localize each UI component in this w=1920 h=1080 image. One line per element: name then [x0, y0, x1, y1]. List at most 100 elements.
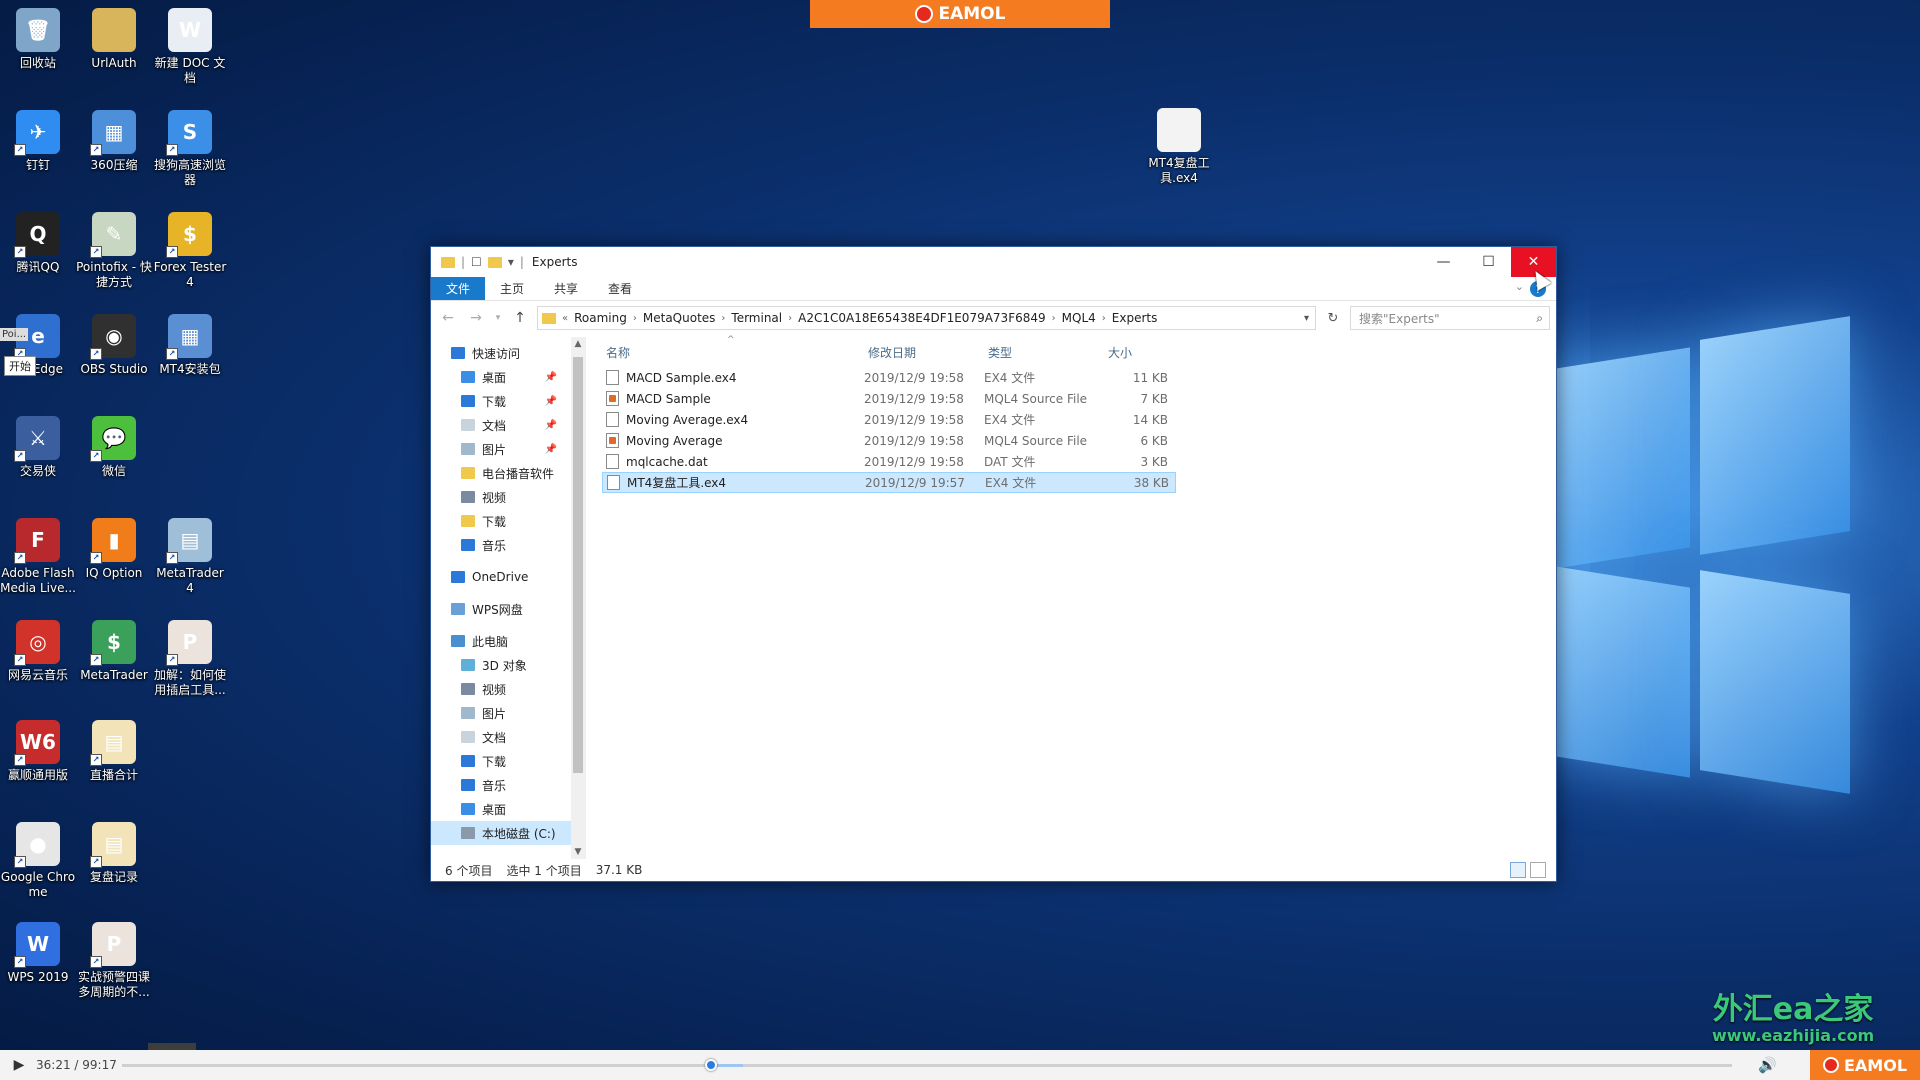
nav-item[interactable]: 音乐	[431, 533, 571, 557]
breadcrumb-item[interactable]: MetaQuotes	[643, 311, 716, 325]
breadcrumb-overflow[interactable]: «	[562, 313, 568, 324]
desktop-icon[interactable]: ◎ ↗ 网易云音乐	[0, 620, 76, 683]
desktop-icon[interactable]: P ↗ 实战预警四课多周期的不...	[76, 922, 152, 1000]
desktop-icon[interactable]: ▤ ↗ 直播合计	[76, 720, 152, 783]
details-view-button[interactable]	[1510, 862, 1526, 878]
breadcrumb-item[interactable]: Roaming	[574, 311, 627, 325]
nav-item[interactable]: 桌面	[431, 797, 571, 821]
file-row[interactable]: MACD Sample.ex4 2019/12/9 19:58 EX4 文件 11 K…	[602, 367, 1176, 388]
nav-item[interactable]: 下载	[431, 509, 571, 533]
desktop-icon[interactable]: Q ↗ 腾讯QQ	[0, 212, 76, 275]
tab-share[interactable]: 共享	[539, 277, 593, 300]
nav-item[interactable]: 快速访问	[431, 341, 571, 365]
breadcrumb-item[interactable]: Terminal	[731, 311, 782, 325]
progress-bar[interactable]	[122, 1059, 1732, 1071]
nav-item[interactable]: 下载	[431, 749, 571, 773]
nav-item[interactable]: 下载 📌	[431, 389, 571, 413]
desktop-icon[interactable]: 🗑 回收站	[0, 8, 76, 71]
nav-item[interactable]: 文档 📌	[431, 413, 571, 437]
new-folder-icon[interactable]	[487, 256, 502, 268]
file-row[interactable]: mqlcache.dat 2019/12/9 19:58 DAT 文件 3 KB	[602, 451, 1176, 472]
desktop-icon[interactable]: ◉ ↗ OBS Studio	[76, 314, 152, 377]
column-date[interactable]: 修改日期	[864, 344, 984, 361]
refresh-icon[interactable]: ↻	[1322, 306, 1344, 330]
breadcrumb-separator-icon[interactable]: ›	[721, 313, 725, 324]
play-icon[interactable]: ▶	[4, 1050, 34, 1080]
desktop-icon[interactable]: P ↗ 加解：如何使用插启工具...	[152, 620, 228, 698]
pin-icon[interactable]: 📌	[545, 420, 557, 431]
nav-scrollbar[interactable]: ▲ ▼	[571, 337, 585, 859]
nav-item[interactable]: 图片	[431, 701, 571, 725]
desktop-icon[interactable]: W ↗ WPS 2019	[0, 922, 76, 985]
minimize-button[interactable]: —	[1421, 247, 1466, 277]
desktop-icon[interactable]: ⚔ ↗ 交易侠	[0, 416, 76, 479]
desktop-icon[interactable]: 💬 ↗ 微信	[76, 416, 152, 479]
volume-icon[interactable]: 🔊	[1758, 1056, 1777, 1074]
desktop-icon[interactable]: UrlAuth	[76, 8, 152, 71]
desktop-icon[interactable]: ▤ ↗ MetaTrader 4	[152, 518, 228, 596]
back-arrow-icon[interactable]: ←	[437, 307, 459, 329]
recent-chevron-icon[interactable]: ▾	[493, 307, 503, 329]
desktop-icon[interactable]: ● ↗ Google Chrome	[0, 822, 76, 900]
chevron-down-icon[interactable]: ▾	[508, 255, 514, 269]
column-type[interactable]: 类型	[984, 344, 1104, 361]
desktop-icon[interactable]: W6 ↗ 赢顺通用版	[0, 720, 76, 783]
breadcrumb-item[interactable]: MQL4	[1062, 311, 1096, 325]
nav-item[interactable]: OneDrive	[431, 565, 571, 589]
breadcrumb-item[interactable]: Experts	[1112, 311, 1158, 325]
address-dropdown-icon[interactable]: ▾	[1304, 313, 1309, 324]
progress-knob[interactable]	[705, 1059, 718, 1071]
breadcrumb-item[interactable]: A2C1C0A18E65438E4DF1E079A73F6849	[798, 311, 1046, 325]
tab-file[interactable]: 文件	[431, 277, 486, 300]
desktop-icon[interactable]: S ↗ 搜狗高速浏览器	[152, 110, 228, 188]
nav-item[interactable]: 电台播音软件	[431, 461, 571, 485]
maximize-button[interactable]: ☐	[1466, 247, 1511, 277]
desktop-icon[interactable]: ✈ ↗ 钉钉	[0, 110, 76, 173]
file-row[interactable]: MACD Sample 2019/12/9 19:58 MQL4 Source Fi…	[602, 388, 1176, 409]
desktop-icon[interactable]: ▤ ↗ 复盘记录	[76, 822, 152, 885]
nav-item[interactable]: 视频	[431, 485, 571, 509]
pin-icon[interactable]: 📌	[545, 372, 557, 383]
nav-item[interactable]: 桌面 📌	[431, 365, 571, 389]
file-row[interactable]: MT4复盘工具.ex4 2019/12/9 19:57 EX4 文件 38 KB	[602, 472, 1176, 493]
desktop-icon[interactable]: ▮ ↗ IQ Option	[76, 518, 152, 581]
nav-item[interactable]: 本地磁盘 (C:)	[431, 821, 571, 845]
scroll-down-icon[interactable]: ▼	[571, 847, 585, 857]
tab-view[interactable]: 查看	[593, 277, 647, 300]
desktop-icon[interactable]: $ ↗ Forex Tester 4	[152, 212, 228, 290]
column-name[interactable]: 名称	[602, 344, 864, 361]
file-row[interactable]: Moving Average 2019/12/9 19:58 MQL4 Source…	[602, 430, 1176, 451]
nav-item[interactable]: WPS网盘	[431, 597, 571, 621]
scrollbar-thumb[interactable]	[573, 357, 583, 773]
search-input[interactable]: 搜索"Experts" ⌕	[1350, 306, 1550, 330]
desktop-icon[interactable]: ▦ ↗ MT4安装包	[152, 314, 228, 377]
pin-icon[interactable]: 📌	[545, 444, 557, 455]
desktop-icon[interactable]: MT4复盘工具.ex4	[1141, 108, 1217, 186]
properties-icon[interactable]: ☐	[471, 255, 482, 269]
pin-icon[interactable]: 📌	[545, 396, 557, 407]
breadcrumb-separator-icon[interactable]: ›	[1052, 313, 1056, 324]
breadcrumb-separator-icon[interactable]: ›	[1102, 313, 1106, 324]
desktop-icon[interactable]: F ↗ Adobe Flash Media Live...	[0, 518, 76, 596]
nav-item[interactable]: 视频	[431, 677, 571, 701]
desktop-icon[interactable]: ✎ ↗ Pointofix - 快捷方式	[76, 212, 152, 290]
tab-home[interactable]: 主页	[485, 277, 539, 300]
large-icons-view-button[interactable]	[1530, 862, 1546, 878]
file-explorer-window[interactable]: | ☐ ▾ | Experts — ☐ ✕ 文件 主页 共享 查看 ⌄ ? ← …	[430, 246, 1557, 882]
scroll-up-icon[interactable]: ▲	[571, 339, 585, 349]
desktop-icon[interactable]: ▦ ↗ 360压缩	[76, 110, 152, 173]
nav-item[interactable]: 文档	[431, 725, 571, 749]
forward-arrow-icon[interactable]: →	[465, 307, 487, 329]
breadcrumb-separator-icon[interactable]: ›	[788, 313, 792, 324]
desktop-icon[interactable]: W 新建 DOC 文档	[152, 8, 228, 86]
nav-item[interactable]: 图片 📌	[431, 437, 571, 461]
title-bar[interactable]: | ☐ ▾ | Experts — ☐ ✕	[431, 247, 1556, 277]
desktop-icon[interactable]: $ ↗ MetaTrader	[76, 620, 152, 683]
up-arrow-icon[interactable]: ↑	[509, 307, 531, 329]
column-size[interactable]: 大小	[1104, 344, 1172, 361]
nav-item[interactable]: 3D 对象	[431, 653, 571, 677]
nav-item[interactable]: 音乐	[431, 773, 571, 797]
address-bar[interactable]: « Roaming › MetaQuotes › Terminal › A2C1C0A18E…	[537, 306, 1316, 330]
expand-ribbon-icon[interactable]: ⌄	[1515, 280, 1524, 293]
nav-item[interactable]: 此电脑	[431, 629, 571, 653]
